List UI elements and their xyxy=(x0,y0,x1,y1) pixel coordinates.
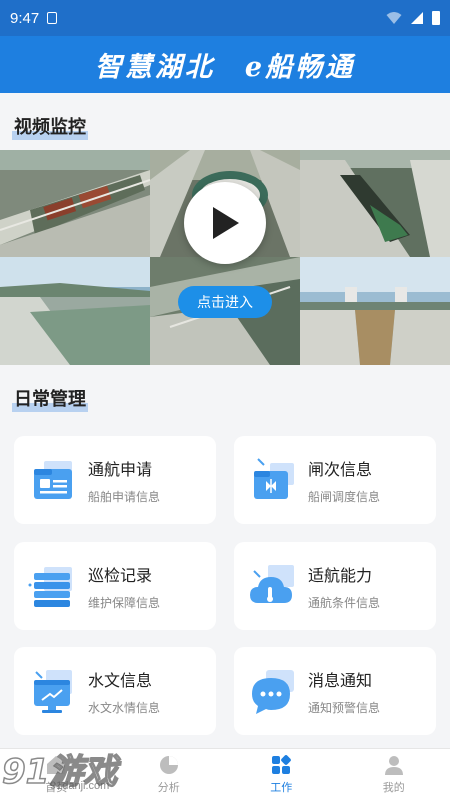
video-thumb-6 xyxy=(300,257,450,365)
navigability-icon xyxy=(250,565,294,603)
card-subtitle: 维护保障信息 xyxy=(88,595,161,610)
card-subtitle: 船舶申请信息 xyxy=(88,489,161,504)
app-banner: 智慧湖北 e船畅通 xyxy=(0,36,450,93)
card-title: 消息通知 xyxy=(308,672,373,690)
card-message-notification[interactable]: 消息通知 通知预警信息 xyxy=(234,647,436,735)
card-navigability[interactable]: 适航能力 通航条件信息 xyxy=(234,542,436,630)
play-icon xyxy=(213,207,239,239)
card-hydrology[interactable]: 水文信息 水文水情信息 xyxy=(14,647,216,735)
wifi-icon xyxy=(386,12,402,24)
nav-label: 工作 xyxy=(270,782,293,794)
lock-schedule-icon xyxy=(254,458,294,499)
card-title: 通航申请 xyxy=(88,461,153,479)
sim-card-icon xyxy=(47,12,58,24)
banner-text-left: 智慧湖北 xyxy=(94,52,215,83)
card-subtitle: 通知预警信息 xyxy=(308,700,381,715)
hydrology-icon xyxy=(34,670,72,713)
watermark-url: 91danji.com xyxy=(50,780,110,792)
card-subtitle: 水文水情信息 xyxy=(88,700,161,715)
card-lock-schedule[interactable]: 闸次信息 船闸调度信息 xyxy=(234,436,436,524)
card-title: 闸次信息 xyxy=(308,461,373,479)
banner-text-right: e船畅通 xyxy=(244,52,356,83)
pie-chart-icon xyxy=(159,756,178,774)
status-icons xyxy=(386,11,440,25)
profile-icon xyxy=(384,756,403,775)
video-section-title: 视频监控 xyxy=(12,113,88,140)
battery-icon xyxy=(432,11,440,25)
card-title: 水文信息 xyxy=(88,672,153,690)
card-subtitle: 船闸调度信息 xyxy=(308,489,381,504)
card-inspection-record[interactable]: 巡检记录 维护保障信息 xyxy=(14,542,216,630)
status-time: 9:47 xyxy=(10,9,40,27)
daily-section-title: 日常管理 xyxy=(12,385,88,412)
card-subtitle: 通航条件信息 xyxy=(308,595,381,610)
card-title: 巡检记录 xyxy=(88,567,153,585)
nav-item-mine[interactable]: 我的 xyxy=(338,749,450,800)
card-title: 适航能力 xyxy=(308,567,373,585)
video-thumb-1 xyxy=(0,150,150,257)
message-notification-icon xyxy=(252,670,294,714)
play-video-button[interactable] xyxy=(184,182,266,264)
enter-video-button[interactable]: 点击进入 xyxy=(178,286,272,318)
site-watermark: 91游戏 91danji.com xyxy=(1,742,142,800)
ship-application-icon xyxy=(34,461,72,499)
card-navigation-application[interactable]: 通航申请 船舶申请信息 xyxy=(14,436,216,524)
work-grid-icon xyxy=(272,755,292,774)
nav-item-work[interactable]: 工作 xyxy=(225,749,338,800)
inspection-record-icon xyxy=(28,567,72,607)
video-thumb-3 xyxy=(300,150,450,257)
video-thumb-4 xyxy=(0,257,150,365)
nav-label: 分析 xyxy=(157,782,180,794)
nav-label: 我的 xyxy=(382,782,405,794)
signal-icon xyxy=(411,12,423,24)
status-bar: 9:47 xyxy=(0,0,450,36)
